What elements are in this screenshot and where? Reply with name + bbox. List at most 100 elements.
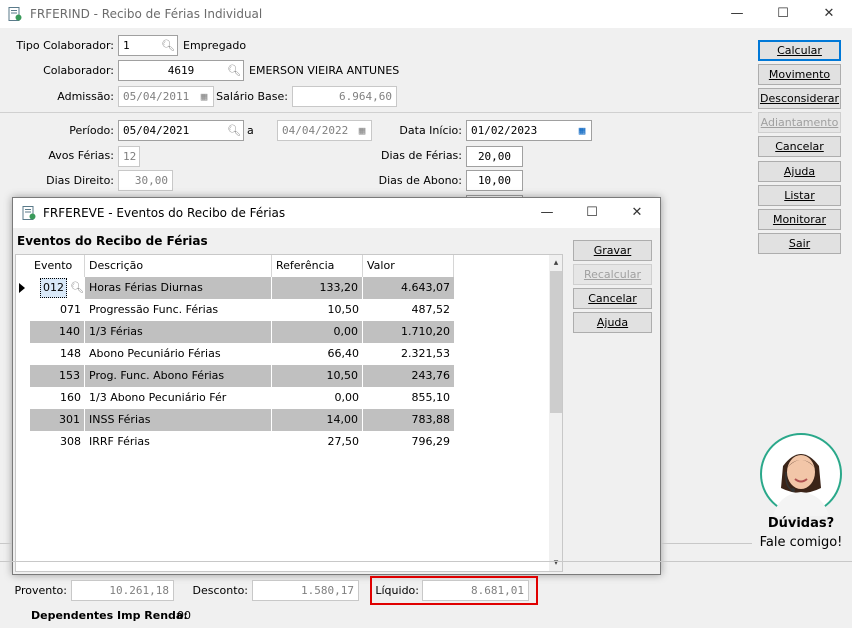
ajuda-button[interactable]: Ajuda (758, 161, 841, 182)
valor-cell: 4.643,07 (363, 277, 454, 299)
table-row[interactable]: 153 Prog. Func. Abono Férias 10,50 243,7… (30, 365, 454, 387)
dialog-cancelar-button[interactable]: Cancelar (573, 288, 652, 309)
help-widget[interactable]: Dúvidas? Fale comigo! (756, 430, 846, 555)
search-icon[interactable]: 🔍︎ (159, 36, 177, 55)
search-icon[interactable]: 🔍︎ (225, 61, 243, 80)
periodo-start-field[interactable]: 05/04/2021 🔍︎ (118, 120, 244, 141)
column-header-descricao[interactable]: Descrição (85, 255, 272, 277)
periodo-separator: a (247, 124, 254, 137)
dialog-ajuda-button[interactable]: Ajuda (573, 312, 652, 333)
grid-header: Evento Descrição Referência Valor (30, 255, 454, 277)
dias-ferias-field[interactable]: 20,00 (466, 146, 523, 167)
eventos-dialog: FRFEREVE - Eventos do Recibo de Férias —… (12, 197, 661, 575)
descricao-cell: IRRF Férias (89, 435, 150, 448)
tipo-colaborador-value: 1 (123, 39, 130, 52)
calendar-icon: ▦ (353, 121, 371, 140)
vertical-scrollbar[interactable]: ▴ ▾ (549, 255, 562, 571)
colaborador-label: Colaborador: (43, 64, 114, 77)
table-row[interactable]: 012 🔍︎ Horas Férias Diurnas 133,20 4.643,… (30, 277, 454, 299)
dias-abono-field[interactable]: 10,00 (466, 170, 523, 191)
dependentes-value: 00 (177, 609, 191, 622)
gravar-button[interactable]: Gravar (573, 240, 652, 261)
provento-label: Provento: (14, 584, 67, 597)
evento-cell: 160 (60, 391, 81, 404)
referencia-cell: 133,20 (272, 277, 363, 299)
dependentes-label: Dependentes Imp Renda: (31, 609, 188, 622)
help-title: Dúvidas? (767, 516, 835, 531)
dialog-title-bar: FRFEREVE - Eventos do Recibo de Férias —… (13, 198, 660, 228)
dias-abono-label: Dias de Abono: (378, 174, 462, 187)
referencia-cell: 66,40 (327, 347, 360, 360)
table-row[interactable]: 308 IRRF Férias 27,50 796,29 (30, 431, 454, 453)
avos-field: 12 (118, 146, 140, 167)
valor-cell: 2.321,53 (401, 347, 450, 360)
tipo-colaborador-desc: Empregado (183, 39, 247, 52)
column-header-evento[interactable]: Evento (30, 255, 85, 277)
desconto-field: 1.580,17 (252, 580, 359, 601)
referencia-cell: 0,00 (272, 321, 363, 343)
dialog-minimize-button[interactable]: — (524, 198, 570, 228)
app-document-icon (8, 7, 22, 21)
dialog-maximize-button[interactable]: ☐ (569, 198, 615, 228)
cancelar-button[interactable]: Cancelar (758, 136, 841, 157)
referencia-cell: 14,00 (272, 409, 363, 431)
minimize-button[interactable]: — (714, 0, 760, 28)
table-row[interactable]: 301 INSS Férias 14,00 783,88 (30, 409, 454, 431)
avos-label: Avos Férias: (48, 149, 114, 162)
current-row-indicator-icon (19, 283, 25, 293)
evento-cell: 308 (60, 435, 81, 448)
descricao-cell: 1/3 Férias (85, 321, 272, 343)
referencia-cell: 10,50 (327, 303, 360, 316)
admissao-value: 05/04/2011 (123, 90, 190, 103)
main-title-bar: FRFERIND - Recibo de Férias Individual —… (0, 0, 852, 28)
calendar-icon[interactable]: ▦ (573, 121, 591, 140)
valor-cell: 796,29 (411, 435, 451, 448)
close-button[interactable]: ✕ (806, 0, 852, 28)
referencia-cell: 0,00 (334, 391, 360, 404)
scroll-down-icon[interactable]: ▾ (551, 557, 561, 569)
desconto-label: Desconto: (192, 584, 248, 597)
desconsiderar-button[interactable]: Desconsiderar (758, 88, 841, 109)
calcular-button[interactable]: Calcular (758, 40, 841, 61)
column-header-valor[interactable]: Valor (363, 255, 454, 277)
column-header-referencia[interactable]: Referência (272, 255, 363, 277)
provento-field: 10.261,18 (71, 580, 174, 601)
listar-button[interactable]: Listar (758, 185, 841, 206)
table-row[interactable]: 160 1/3 Abono Pecuniário Fér 0,00 855,10 (30, 387, 454, 409)
sair-button[interactable]: Sair (758, 233, 841, 254)
salario-label: Salário Base: (216, 90, 288, 103)
evento-cell[interactable]: 012 🔍︎ (30, 277, 85, 299)
admissao-label: Admissão: (57, 90, 114, 103)
window-title: FRFERIND - Recibo de Férias Individual (30, 7, 263, 21)
liquido-label: Líquido: (375, 584, 419, 597)
descricao-cell: 1/3 Abono Pecuniário Fér (89, 391, 227, 404)
app-document-icon (22, 206, 36, 220)
valor-cell: 783,88 (363, 409, 454, 431)
movimento-button[interactable]: Movimento (758, 64, 841, 85)
search-icon[interactable]: 🔍︎ (225, 121, 243, 140)
scroll-up-icon[interactable]: ▴ (551, 257, 561, 269)
referencia-cell: 27,50 (327, 435, 360, 448)
table-row[interactable]: 148 Abono Pecuniário Férias 66,40 2.321,… (30, 343, 454, 365)
dias-ferias-label: Dias de Férias: (381, 149, 462, 162)
dialog-close-button[interactable]: ✕ (614, 198, 660, 228)
liquido-field: 8.681,01 (422, 580, 529, 601)
colaborador-field[interactable]: 4619 🔍︎ (118, 60, 244, 81)
descricao-cell: Progressão Func. Férias (89, 303, 219, 316)
dias-direito-field: 30,00 (118, 170, 173, 191)
maximize-button[interactable]: ☐ (760, 0, 806, 28)
periodo-label: Período: (69, 124, 114, 137)
scroll-thumb[interactable] (550, 271, 562, 413)
data-inicio-value: 01/02/2023 (471, 124, 538, 137)
salario-field: 6.964,60 (292, 86, 397, 107)
support-agent-avatar (760, 433, 842, 516)
monitorar-button[interactable]: Monitorar (758, 209, 841, 230)
dialog-title: FRFEREVE - Eventos do Recibo de Férias (43, 206, 286, 220)
table-row[interactable]: 140 1/3 Férias 0,00 1.710,20 (30, 321, 454, 343)
descricao-cell: INSS Férias (85, 409, 272, 431)
table-row[interactable]: 071 Progressão Func. Férias 10,50 487,52 (30, 299, 454, 321)
data-inicio-field[interactable]: 01/02/2023 ▦ (466, 120, 592, 141)
search-icon[interactable]: 🔍︎ (70, 277, 84, 299)
evento-cell: 153 (30, 365, 85, 387)
tipo-colaborador-field[interactable]: 1 🔍︎ (118, 35, 178, 56)
